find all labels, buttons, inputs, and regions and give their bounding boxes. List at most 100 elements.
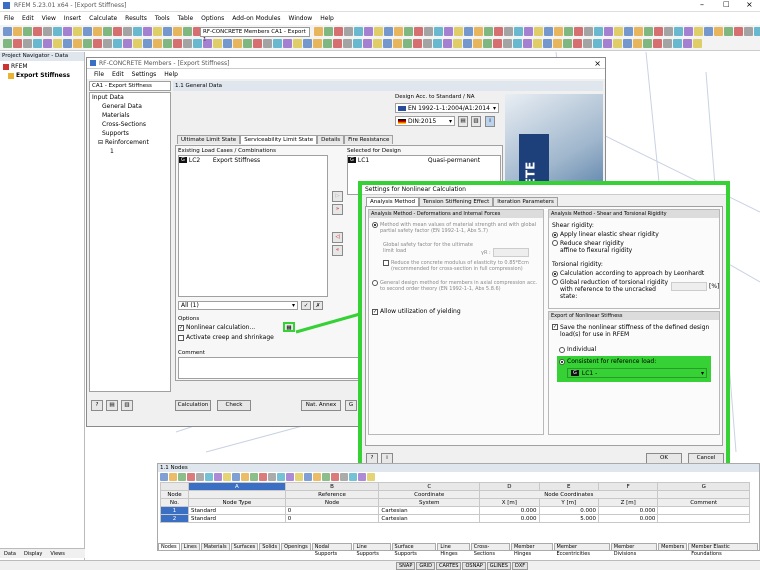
calculation-button[interactable]: Calculation — [175, 400, 211, 411]
menu-item[interactable]: View — [38, 15, 60, 22]
toolbar-icon[interactable] — [233, 39, 242, 48]
general-method-radio[interactable] — [372, 280, 378, 286]
table-toolbar-icon[interactable] — [160, 473, 168, 481]
menu-item[interactable]: Window — [285, 15, 317, 22]
module-menu-item[interactable]: Settings — [128, 71, 161, 78]
toolbar-icon[interactable] — [374, 27, 383, 36]
toolbar-icon[interactable] — [153, 27, 162, 36]
table-row[interactable]: 2 Standard 0 Cartesian 0.000 5.000 0.000 — [160, 514, 750, 523]
table-tab[interactable]: Nodes — [158, 542, 180, 551]
move-all-right-button[interactable]: » — [332, 204, 343, 215]
toolbar-icon[interactable] — [473, 39, 482, 48]
nonlinear-option[interactable]: ✓ Nonlinear calculation... — [178, 324, 255, 331]
module-menu-item[interactable]: File — [90, 71, 108, 78]
nav-root[interactable]: RFEM — [0, 61, 84, 72]
mean-values-option[interactable]: Method with mean values of material stre… — [372, 222, 540, 234]
navigator-tab[interactable]: Display — [20, 551, 46, 557]
toolbar-icon[interactable] — [554, 27, 563, 36]
toolbar-icon[interactable] — [73, 27, 82, 36]
menu-item[interactable]: Tools — [151, 15, 174, 22]
torsion-opt2[interactable]: Global reduction of torsional rigidity w… — [552, 279, 672, 300]
table-toolbar-icon[interactable] — [241, 473, 249, 481]
table-toolbar-icon[interactable] — [349, 473, 357, 481]
table-toolbar-icon[interactable] — [187, 473, 195, 481]
toolbar-icon[interactable] — [384, 27, 393, 36]
table-toolbar-icon[interactable] — [259, 473, 267, 481]
table-cell[interactable]: 0 — [284, 514, 380, 523]
toolbar-icon[interactable] — [543, 39, 552, 48]
toolbar-icon[interactable] — [434, 27, 443, 36]
table-cell[interactable]: Cartesian — [378, 506, 481, 515]
status-toggle[interactable]: GLINES — [486, 561, 511, 570]
toolbar-icon[interactable] — [13, 39, 22, 48]
toolbar-icon[interactable] — [173, 27, 182, 36]
toolbar-icon[interactable] — [704, 27, 713, 36]
toolbar-icon[interactable] — [333, 39, 342, 48]
export-save-checkbox[interactable]: ✓ — [552, 324, 558, 330]
toolbar-icon[interactable] — [604, 27, 613, 36]
torsion-percent-input[interactable] — [671, 282, 707, 291]
table-toolbar-icon[interactable] — [178, 473, 186, 481]
toolbar-icon[interactable] — [693, 39, 702, 48]
shear-linear-radio[interactable] — [552, 231, 558, 238]
toolbar-icon[interactable] — [363, 39, 372, 48]
table-cell[interactable]: 0.000 — [597, 514, 659, 523]
table-toolbar-icon[interactable] — [169, 473, 177, 481]
creep-option[interactable]: Activate creep and shrinkage — [178, 334, 274, 341]
toolbar-icon[interactable] — [593, 39, 602, 48]
toolbar-icon[interactable] — [553, 39, 562, 48]
toolbar-icon[interactable] — [634, 27, 643, 36]
tree-item[interactable]: Materials — [90, 111, 170, 120]
toolbar-icon[interactable] — [213, 39, 222, 48]
table-cell[interactable]: 0.000 — [479, 514, 540, 523]
toolbar-icon[interactable] — [263, 39, 272, 48]
toolbar-icon[interactable] — [253, 39, 262, 48]
toolbar-icon[interactable] — [313, 39, 322, 48]
table-row[interactable]: 1 Standard 0 Cartesian 0.000 0.000 0.000 — [160, 506, 750, 515]
na-info-button[interactable]: i — [485, 116, 495, 127]
table-tab[interactable]: Surfaces — [230, 542, 259, 551]
toolbar-icon[interactable] — [594, 27, 603, 36]
toolbar-icon[interactable] — [483, 39, 492, 48]
table-tab[interactable]: Openings — [281, 542, 311, 551]
table-cell[interactable]: Standard — [188, 514, 286, 523]
toolbar-icon[interactable] — [644, 27, 653, 36]
status-toggle[interactable]: SNAP — [396, 561, 416, 570]
individual-option[interactable]: Individual — [559, 346, 596, 353]
toolbar-icon[interactable] — [534, 27, 543, 36]
consistent-radio[interactable] — [559, 358, 565, 365]
toolbar-icon[interactable] — [143, 39, 152, 48]
tree-reinforcement-1[interactable]: 1 — [90, 147, 170, 156]
table-cell[interactable] — [657, 514, 750, 523]
toolbar-icon[interactable] — [43, 27, 52, 36]
individual-radio[interactable] — [559, 346, 565, 353]
maximize-icon[interactable]: □ — [723, 0, 730, 8]
table-cell[interactable]: 0.000 — [597, 506, 659, 515]
na-select[interactable]: DIN:2015 ▾ — [395, 116, 455, 126]
nav-model[interactable]: Export Stiffness — [0, 72, 84, 79]
tree-item[interactable]: Cross-Sections — [90, 120, 170, 129]
toolbar-icon[interactable] — [684, 27, 693, 36]
toolbar-icon[interactable] — [103, 39, 112, 48]
toolbar-icon[interactable] — [394, 27, 403, 36]
table-toolbar-icon[interactable] — [214, 473, 222, 481]
toolbar-icon[interactable] — [663, 39, 672, 48]
creep-checkbox[interactable] — [178, 334, 184, 341]
toolbar-icon[interactable] — [463, 39, 472, 48]
tab-1[interactable]: Serviceability Limit State — [240, 135, 318, 144]
mean-values-radio[interactable] — [372, 222, 378, 228]
toolbar-icon[interactable] — [133, 39, 142, 48]
toolbar-icon[interactable] — [643, 39, 652, 48]
toolbar-icon[interactable] — [3, 27, 12, 36]
toolbar-icon[interactable] — [163, 27, 172, 36]
table-tab[interactable]: Solids — [259, 542, 281, 551]
table-cell[interactable]: 1 — [160, 506, 189, 515]
menu-item[interactable]: Results — [121, 15, 151, 22]
toolbar-icon[interactable] — [343, 39, 352, 48]
toolbar-icon[interactable] — [564, 27, 573, 36]
table-toolbar-icon[interactable] — [358, 473, 366, 481]
dialog-tab-2[interactable]: Iteration Parameters — [493, 197, 558, 206]
toolbar-icon[interactable] — [414, 27, 423, 36]
toolbar-icon[interactable] — [583, 39, 592, 48]
toolbar-icon[interactable] — [544, 27, 553, 36]
